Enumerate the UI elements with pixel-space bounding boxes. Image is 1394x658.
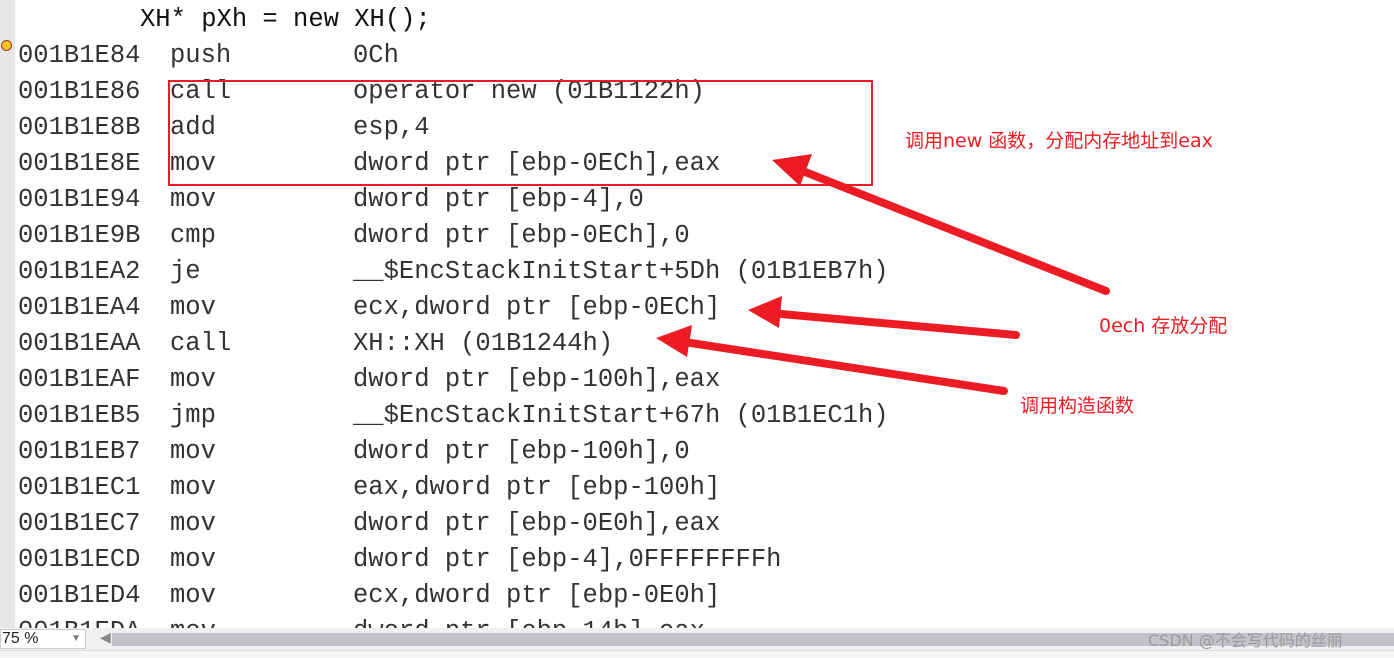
annotation-constructor: 调用构造函数 [1020, 395, 1135, 417]
arrow-3 [674, 337, 1008, 395]
arrow-2 [766, 309, 1020, 339]
watermark: CSDN @不会写代码的丝丽 [1148, 631, 1343, 650]
arrow-3-head [656, 325, 692, 357]
annotation-0ech: 0ech 存放分配 [1099, 315, 1228, 337]
chevron-down-icon: ▼ [71, 633, 81, 644]
scroll-left-icon[interactable]: ◀ [100, 631, 111, 647]
annotation-new: 调用new 函数，分配内存地址到eax [905, 130, 1213, 152]
arrow-1-head [772, 154, 812, 186]
arrow-1 [791, 164, 1110, 295]
zoom-value: 75 % [2, 630, 39, 647]
zoom-select[interactable]: 75 % ▼ [0, 629, 86, 649]
arrow-2-head [748, 296, 782, 328]
